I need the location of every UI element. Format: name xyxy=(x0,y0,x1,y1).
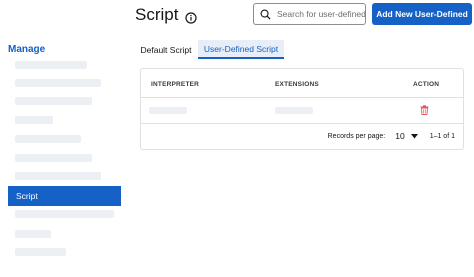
tab-user-defined-script[interactable]: User-Defined Script xyxy=(198,40,284,59)
pagination: Records per page: 10 1–1 of 1 xyxy=(328,125,455,147)
extensions-cell-placeholder xyxy=(275,107,313,114)
sidebar-item-script[interactable]: Script xyxy=(8,186,121,206)
search-field[interactable] xyxy=(253,3,367,25)
pagination-range: 1–1 of 1 xyxy=(429,132,455,140)
records-per-page-select[interactable]: 10 xyxy=(395,131,418,141)
add-new-user-defined-button[interactable]: Add New User-Defined xyxy=(372,3,472,25)
chevron-down-icon xyxy=(410,133,418,138)
trash-icon[interactable] xyxy=(420,105,429,115)
sidebar-item-placeholder[interactable] xyxy=(15,210,114,218)
page-title: Script xyxy=(135,5,198,25)
scripts-table: INTERPRETER EXTENSIONS ACTION Records pe… xyxy=(140,68,464,150)
records-per-page-label: Records per page: xyxy=(327,132,386,140)
column-header-interpreter: INTERPRETER xyxy=(151,81,200,88)
interpreter-cell-placeholder xyxy=(149,107,187,114)
divider xyxy=(141,97,463,98)
sidebar-heading: Manage xyxy=(8,44,46,55)
info-icon[interactable] xyxy=(185,9,198,24)
divider xyxy=(141,123,463,124)
page-title-text: Script xyxy=(135,5,179,24)
column-header-action: ACTION xyxy=(413,81,440,88)
search-icon xyxy=(260,9,271,20)
sidebar-item-placeholder[interactable] xyxy=(15,230,51,238)
records-per-page-value: 10 xyxy=(395,131,405,141)
sidebar-item-placeholder[interactable] xyxy=(15,97,92,105)
sidebar-item-placeholder[interactable] xyxy=(15,79,101,87)
sidebar-item-placeholder[interactable] xyxy=(15,154,92,162)
sidebar-item-placeholder[interactable] xyxy=(15,61,87,69)
sidebar-item-placeholder[interactable] xyxy=(15,172,101,180)
sidebar-item-placeholder[interactable] xyxy=(15,116,53,124)
column-header-extensions: EXTENSIONS xyxy=(275,81,319,88)
sidebar-item-placeholder[interactable] xyxy=(15,248,66,256)
tab-default-script[interactable]: Default Script xyxy=(138,40,194,59)
sidebar-item-placeholder[interactable] xyxy=(15,135,81,143)
search-input[interactable] xyxy=(277,9,367,19)
